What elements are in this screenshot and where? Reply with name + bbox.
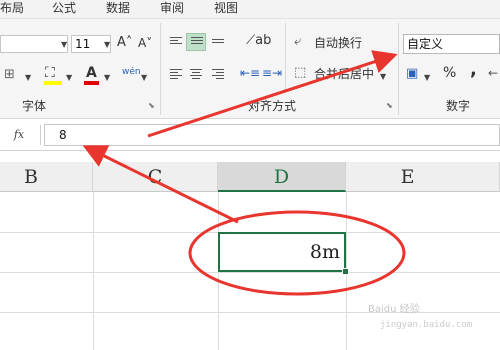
annotation-overlay <box>82 50 406 296</box>
watermark: Baidu 经验 <box>368 304 420 315</box>
annotation-arrow <box>147 50 398 138</box>
annotation-arrow <box>82 145 239 224</box>
watermark-url: jingyan.baidu.com <box>380 320 473 330</box>
annotation-circle <box>188 210 406 296</box>
